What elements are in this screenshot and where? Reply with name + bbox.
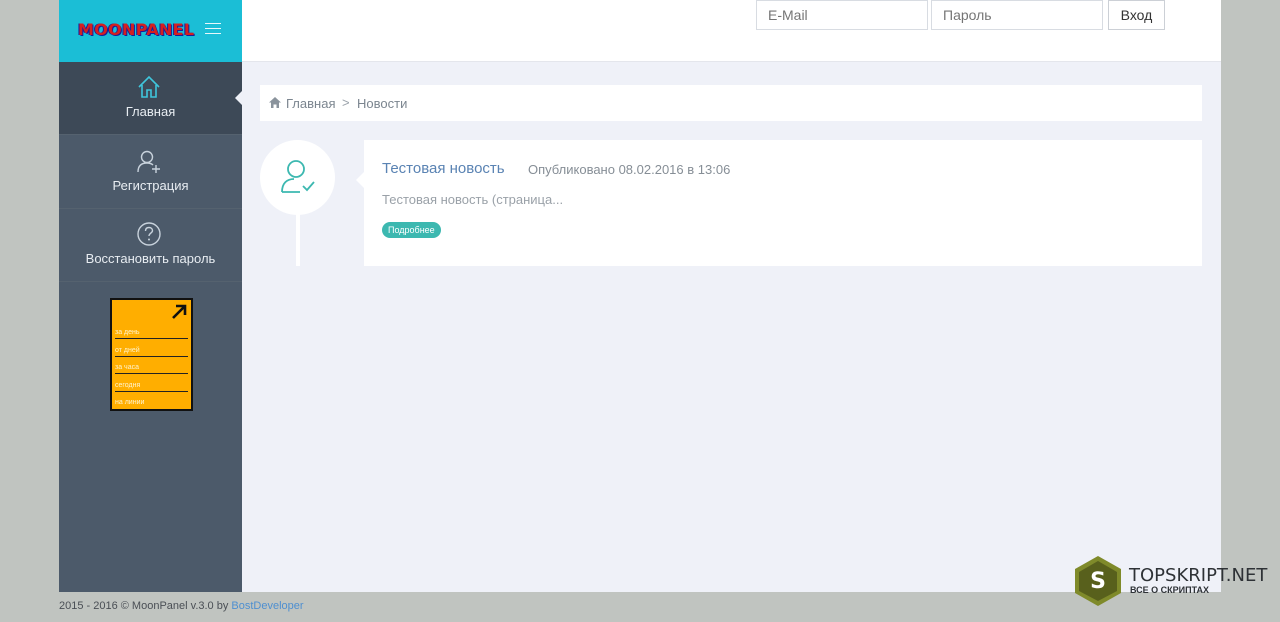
news-title-link[interactable]: Тестовая новость xyxy=(382,160,505,177)
email-input[interactable] xyxy=(756,0,928,30)
banner-line: на линии xyxy=(115,399,145,406)
read-more-button[interactable]: Подробнее xyxy=(382,222,441,238)
topskript-logo-icon: S xyxy=(1075,556,1121,606)
login-button[interactable]: Вход xyxy=(1108,0,1165,30)
sidebar: MOONPANEL Главная Регистрация Восстанови… xyxy=(59,0,243,592)
add-user-icon xyxy=(137,150,160,173)
password-input[interactable] xyxy=(931,0,1103,30)
brand-bar: MOONPANEL xyxy=(59,0,242,62)
active-indicator xyxy=(235,90,243,106)
home-icon xyxy=(138,75,160,98)
sidebar-item-recover-password[interactable]: Восстановить пароль xyxy=(59,209,242,282)
avatar xyxy=(260,140,335,215)
top-bar: Вход xyxy=(242,0,1221,62)
menu-toggle-icon[interactable] xyxy=(205,23,221,35)
breadcrumb-separator-icon: > xyxy=(342,95,350,110)
banner-line: сегодня xyxy=(115,375,188,392)
breadcrumb: Главная > Новости xyxy=(260,85,1202,121)
banner-line: за день xyxy=(115,322,188,339)
user-check-icon xyxy=(281,160,315,193)
watermark-title: TOPSKRIPT.NET xyxy=(1129,565,1268,586)
card-pointer xyxy=(356,172,364,188)
breadcrumb-home-link[interactable]: Главная xyxy=(286,96,335,111)
logo[interactable]: MOONPANEL xyxy=(78,20,194,39)
sidebar-item-label: Главная xyxy=(125,104,176,119)
footer-text: 2015 - 2016 © MoonPanel v.3.0 by xyxy=(59,600,232,612)
banner-line: от дней xyxy=(115,340,188,357)
news-excerpt: Тестовая новость (страница... xyxy=(382,192,564,207)
watermark-subtitle: ВСЕ О СКРИПТАХ xyxy=(1130,585,1210,595)
external-arrow-icon xyxy=(172,304,187,319)
question-icon xyxy=(137,222,161,246)
sidebar-item-register[interactable]: Регистрация xyxy=(59,136,242,209)
home-icon xyxy=(269,97,281,108)
watermark: S TOPSKRIPT.NET ВСЕ О СКРИПТАХ xyxy=(1073,555,1278,607)
breadcrumb-current: Новости xyxy=(357,96,408,111)
footer: 2015 - 2016 © MoonPanel v.3.0 by BostDev… xyxy=(59,600,304,612)
news-card: Тестовая новость Опубликовано 08.02.2016… xyxy=(356,140,1202,266)
sidebar-item-home[interactable]: Главная xyxy=(59,62,243,135)
footer-link[interactable]: BostDeveloper xyxy=(231,600,303,612)
app-shell: MOONPANEL Главная Регистрация Восстанови… xyxy=(59,0,1221,592)
sidebar-item-label: Регистрация xyxy=(112,178,189,193)
news-date: Опубликовано 08.02.2016 в 13:06 xyxy=(528,162,731,177)
sidebar-item-label: Восстановить пароль xyxy=(85,251,216,266)
banner-line: за часа xyxy=(115,357,188,374)
stats-banner[interactable]: за день от дней за часа сегодня на линии xyxy=(110,298,193,411)
watermark-hex-letter: S xyxy=(1090,569,1106,594)
